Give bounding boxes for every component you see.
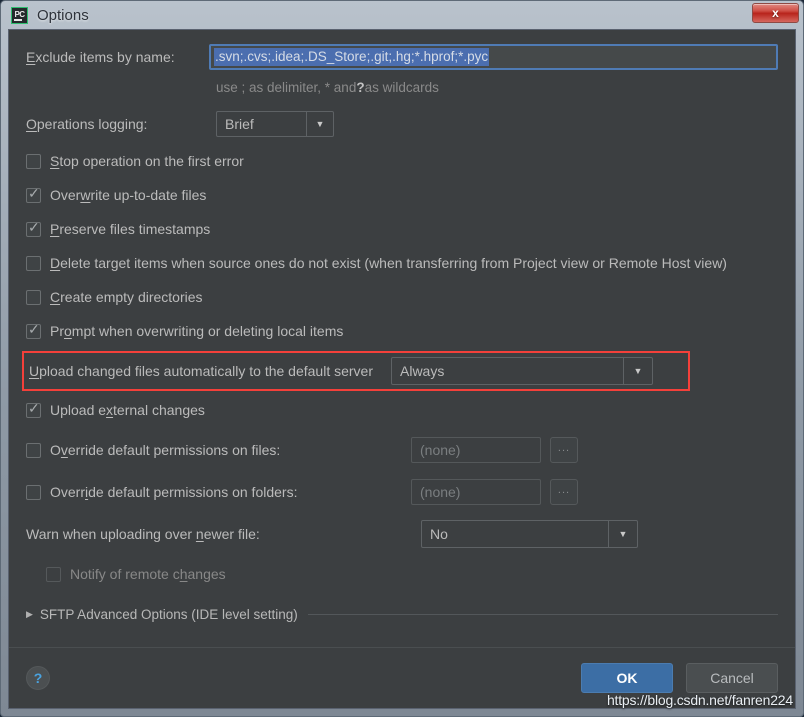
operations-logging-select[interactable]: Brief ▼ [216,111,334,137]
operations-logging-row: Operations logging: Brief ▼ [26,104,778,144]
operations-logging-label: Operations logging: [26,116,148,132]
stop-operation-label: Stop operation on the first error [50,153,244,169]
overwrite-up-to-date-checkbox[interactable] [26,186,41,203]
upload-automatically-row: Upload changed files automatically to th… [22,351,778,391]
notify-remote-changes-checkbox[interactable] [46,566,61,582]
chevron-right-icon: ▶ [26,608,33,619]
create-empty-directories-label: Create empty directories [50,289,203,305]
hint-text-wildcard: ? [356,79,365,95]
override-permissions-folders-browse-button[interactable]: ... [550,479,578,505]
pycharm-icon: PC [11,6,28,24]
checkbox-row-delete-target-items[interactable]: Delete target items when source ones do … [26,246,778,280]
override-permissions-folders-checkbox[interactable] [26,484,41,500]
override-permissions-folders-value: (none) [420,484,461,500]
checkbox-row-create-empty-directories[interactable]: Create empty directories [26,280,778,314]
chevron-down-icon: ▼ [608,521,637,547]
override-permissions-folders-input[interactable]: (none) [411,479,541,505]
prompt-when-overwriting-label: Prompt when overwriting or deleting loca… [50,323,344,339]
hint-text-b: as wildcards [364,79,439,95]
stop-operation-checkbox[interactable] [26,153,41,169]
section-divider [307,613,778,615]
override-permissions-files-value: (none) [420,442,461,458]
window-title: Options [37,6,89,24]
override-permissions-folders-row: Override default permissions on folders:… [26,471,778,513]
options-dialog-window: PC Options x Exclude items by name: .svn… [0,0,804,717]
cancel-button[interactable]: Cancel [686,663,778,693]
close-icon: x [772,6,779,20]
override-permissions-files-label: Override default permissions on files: [26,442,411,458]
help-glyph: ? [33,670,43,686]
sftp-advanced-options-label: SFTP Advanced Options (IDE level setting… [39,606,298,622]
checkbox-row-stop-operation[interactable]: Stop operation on the first error [26,144,778,178]
background-ghost-text [121,2,681,28]
help-icon[interactable]: ? [26,666,50,690]
create-empty-directories-checkbox[interactable] [26,289,41,305]
delete-target-items-label: Delete target items when source ones do … [50,255,727,271]
checkbox-row-upload-external-changes[interactable]: Upload external changes [26,391,778,429]
exclude-items-hint: use ; as delimiter, * and ? as wildcards [26,70,778,104]
preserve-timestamps-checkbox[interactable] [26,220,41,237]
exclude-items-row: Exclude items by name: .svn;.cvs;.idea;.… [26,44,778,70]
hint-text-a: use ; as delimiter, * and [216,79,357,95]
chevron-down-icon: ▼ [306,112,333,136]
ok-button[interactable]: OK [581,663,673,693]
notify-remote-changes-label: Notify of remote changes [70,566,226,582]
warn-newer-file-label: Warn when uploading over newer file: [26,526,260,542]
checkbox-row-preserve-timestamps[interactable]: Preserve files timestamps [26,212,778,246]
dialog-panel: Exclude items by name: .svn;.cvs;.idea;.… [8,29,796,709]
override-permissions-files-checkbox[interactable] [26,442,41,458]
upload-automatically-value: Always [400,363,445,379]
sftp-advanced-options-section[interactable]: ▶ SFTP Advanced Options (IDE level setti… [26,597,778,631]
operations-logging-value: Brief [225,116,254,132]
warn-newer-file-value: No [430,526,448,542]
override-permissions-files-input[interactable]: (none) [411,437,541,463]
upload-automatically-select[interactable]: Always ▼ [391,357,653,385]
upload-external-changes-label: Upload external changes [50,402,205,418]
delete-target-items-checkbox[interactable] [26,255,41,271]
ellipsis-icon: ... [557,483,571,496]
upload-automatically-label: Upload changed files automatically to th… [29,363,373,379]
title-bar: PC Options x [1,1,803,29]
checkbox-row-overwrite-up-to-date[interactable]: Overwrite up-to-date files [26,178,778,212]
cancel-button-label: Cancel [710,670,754,686]
dialog-content: Exclude items by name: .svn;.cvs;.idea;.… [9,30,795,647]
exclude-items-value: .svn;.cvs;.idea;.DS_Store;.git;.hg;*.hpr… [214,48,490,66]
watermark-text: https://blog.csdn.net/fanren224 [606,692,793,708]
overwrite-up-to-date-label: Overwrite up-to-date files [50,187,207,203]
override-permissions-files-row: Override default permissions on files: (… [26,429,778,471]
dialog-button-bar: ? OK Cancel https://blog.csdn.net/fanren… [9,647,795,708]
override-permissions-files-browse-button[interactable]: ... [550,437,578,463]
prompt-when-overwriting-checkbox[interactable] [26,322,41,339]
ellipsis-icon: ... [557,441,571,454]
chevron-down-icon: ▼ [623,358,652,384]
checkbox-row-notify-remote-changes[interactable]: Notify of remote changes [26,555,778,593]
exclude-items-label: Exclude items by name: [26,49,175,65]
warn-newer-file-select[interactable]: No ▼ [421,520,638,548]
exclude-items-input[interactable]: .svn;.cvs;.idea;.DS_Store;.git;.hg;*.hpr… [209,44,778,70]
preserve-timestamps-label: Preserve files timestamps [50,221,211,237]
ok-button-label: OK [616,670,638,686]
pycharm-icon-text: PC [14,10,25,19]
upload-external-changes-checkbox[interactable] [26,401,41,418]
checkbox-row-prompt-when-overwriting[interactable]: Prompt when overwriting or deleting loca… [26,314,778,348]
warn-newer-file-row: Warn when uploading over newer file: No … [26,513,778,555]
override-permissions-folders-label: Override default permissions on folders: [26,484,411,500]
close-button[interactable]: x [752,3,799,23]
